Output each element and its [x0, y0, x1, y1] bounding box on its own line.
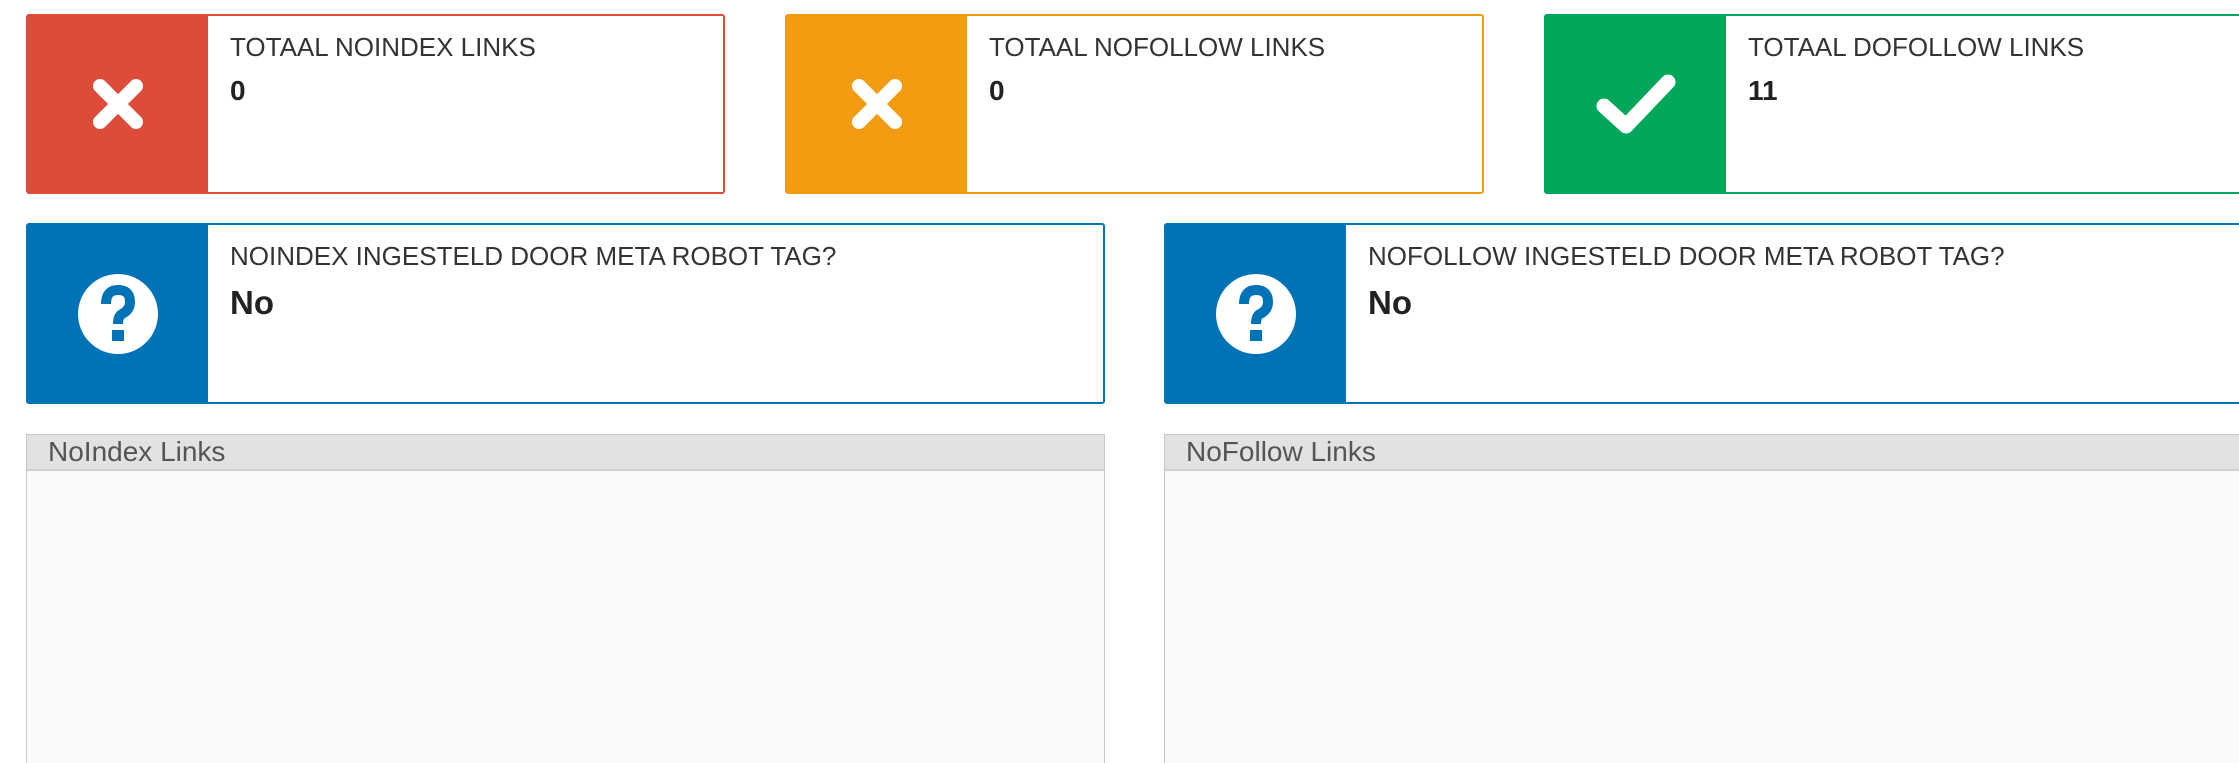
stat-label: TOTAAL NOINDEX LINKS — [230, 32, 536, 62]
dofollow-links-stat-box: TOTAAL DOFOLLOW LINKS 11 — [1544, 14, 2239, 194]
noindex-links-stat-box: TOTAAL NOINDEX LINKS 0 — [26, 14, 725, 194]
question-circle-icon — [1166, 225, 1346, 402]
panel-title: NoFollow Links — [1165, 435, 2239, 471]
stat-value: 0 — [989, 75, 1005, 106]
x-icon — [28, 16, 208, 192]
stat-label: TOTAAL DOFOLLOW LINKS — [1748, 32, 2085, 62]
panel-title: NoIndex Links — [27, 435, 1104, 471]
stat-label: TOTAAL NOFOLLOW LINKS — [989, 32, 1326, 62]
meta-noindex-box: NOINDEX INGESTELD DOOR META ROBOT TAG? N… — [26, 223, 1105, 404]
x-icon — [787, 16, 967, 192]
check-icon — [1546, 16, 1726, 192]
meta-value: No — [230, 284, 274, 321]
stat-value: 11 — [1748, 75, 1778, 106]
question-circle-icon — [28, 225, 208, 402]
meta-value: No — [1368, 284, 1412, 321]
noindex-links-panel: NoIndex Links — [26, 434, 1105, 763]
meta-label: NOFOLLOW INGESTELD DOOR META ROBOT TAG? — [1368, 241, 2005, 271]
stat-value: 0 — [230, 75, 246, 106]
meta-label: NOINDEX INGESTELD DOOR META ROBOT TAG? — [230, 241, 837, 271]
nofollow-links-stat-box: TOTAAL NOFOLLOW LINKS 0 — [785, 14, 1484, 194]
meta-nofollow-box: NOFOLLOW INGESTELD DOOR META ROBOT TAG? … — [1164, 223, 2239, 404]
link-analysis-page: TOTAAL NOINDEX LINKS 0 TOTAAL NOFOLLOW L… — [0, 0, 2239, 763]
nofollow-links-panel: NoFollow Links — [1164, 434, 2239, 763]
